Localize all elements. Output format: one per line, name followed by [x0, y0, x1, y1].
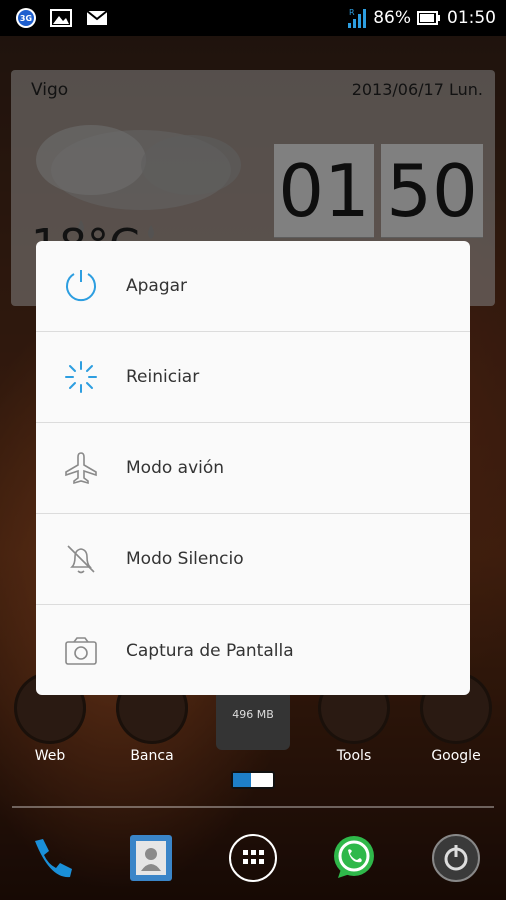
- battery-icon: [417, 11, 440, 25]
- memory-progress-fill: [233, 773, 251, 787]
- power-icon: [36, 241, 126, 332]
- 3g-icon: 3G: [16, 8, 36, 28]
- battery-percent: 86%: [373, 8, 411, 28]
- whatsapp-icon[interactable]: [328, 832, 380, 884]
- power-widget-icon[interactable]: [430, 832, 482, 884]
- menu-item-label: Modo Silencio: [126, 549, 244, 569]
- gallery-icon: [50, 9, 72, 27]
- menu-item-modo-avion[interactable]: Modo avión: [36, 423, 470, 514]
- gmail-icon: [86, 10, 108, 25]
- silent-bell-icon: [36, 514, 126, 605]
- restart-icon: [36, 332, 126, 423]
- app-drawer-icon[interactable]: [227, 832, 279, 884]
- dock-divider: [12, 806, 494, 808]
- memory-label: 496 MB: [232, 708, 274, 721]
- contacts-icon[interactable]: [126, 832, 178, 884]
- menu-item-modo-silencio[interactable]: Modo Silencio: [36, 514, 470, 605]
- menu-item-captura-de-pantalla[interactable]: Captura de Pantalla: [36, 605, 470, 695]
- menu-item-label: Reiniciar: [126, 367, 200, 387]
- signal-icon: R: [348, 8, 367, 28]
- status-bar: 3G R 86% 01:50: [0, 0, 506, 36]
- memory-widget[interactable]: 496 MB: [216, 690, 290, 750]
- power-options-dialog: Apagar Reiniciar Modo avión Modo Silenci…: [36, 241, 470, 695]
- menu-item-label: Captura de Pantalla: [126, 640, 294, 661]
- phone-icon[interactable]: [24, 832, 76, 884]
- clock: 01:50: [447, 8, 496, 28]
- roaming-badge: R: [349, 8, 355, 17]
- menu-item-reiniciar[interactable]: Reiniciar: [36, 332, 470, 423]
- camera-icon: [36, 605, 126, 695]
- menu-item-label: Modo avión: [126, 458, 225, 478]
- memory-progress-bar: [231, 771, 275, 789]
- menu-item-label: Apagar: [126, 276, 188, 296]
- menu-item-apagar[interactable]: Apagar: [36, 241, 470, 332]
- airplane-icon: [36, 423, 126, 514]
